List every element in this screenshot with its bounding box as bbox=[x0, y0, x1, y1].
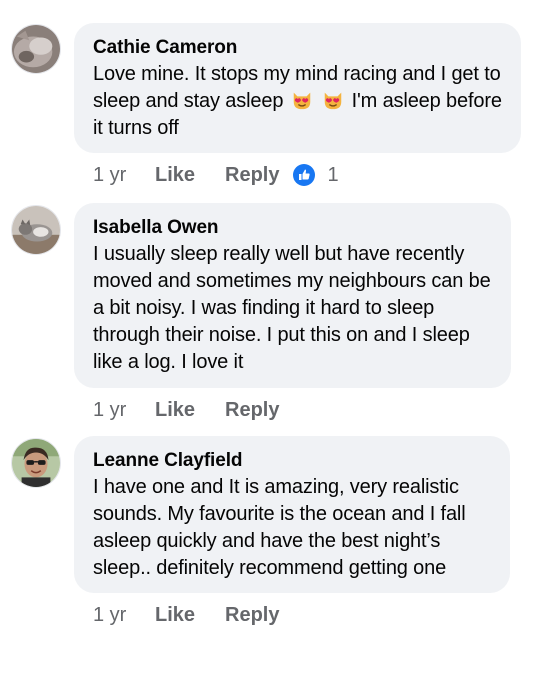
reply-button[interactable]: Reply bbox=[225, 601, 279, 629]
timestamp[interactable]: 1 yr bbox=[93, 601, 155, 629]
like-button[interactable]: Like bbox=[155, 601, 225, 629]
timestamp[interactable]: 1 yr bbox=[93, 161, 155, 189]
comment-bubble: Isabella Owen I usually sleep really wel… bbox=[74, 203, 511, 388]
like-thumb-icon bbox=[293, 164, 316, 186]
avatar-cat-photo-icon bbox=[12, 25, 60, 73]
comment-actions: 1 yr Like Reply bbox=[93, 601, 293, 629]
avatar[interactable] bbox=[11, 438, 61, 488]
comment-bubble: Cathie Cameron Love mine. It stops my mi… bbox=[74, 23, 521, 153]
reply-button[interactable]: Reply bbox=[225, 396, 279, 424]
heart-eyes-cat-icon bbox=[324, 92, 342, 110]
commenter-name[interactable]: Isabella Owen bbox=[93, 215, 493, 241]
comment-text: I usually sleep really well but have rec… bbox=[93, 243, 491, 373]
reaction-count: 1 bbox=[327, 164, 339, 186]
avatar-person-photo-icon bbox=[12, 439, 60, 487]
avatar[interactable] bbox=[11, 205, 61, 255]
reply-button[interactable]: Reply bbox=[225, 161, 279, 189]
avatar[interactable] bbox=[11, 24, 61, 74]
avatar-cat-photo-icon bbox=[12, 206, 60, 254]
commenter-name[interactable]: Leanne Clayfield bbox=[93, 448, 492, 474]
reaction-summary[interactable]: 1 bbox=[293, 161, 339, 189]
timestamp[interactable]: 1 yr bbox=[93, 396, 155, 424]
like-button[interactable]: Like bbox=[155, 396, 225, 424]
comment-actions: 1 yr Like Reply bbox=[93, 396, 293, 424]
comment-text: I have one and It is amazing, very reali… bbox=[93, 476, 466, 579]
commenter-name[interactable]: Cathie Cameron bbox=[93, 35, 503, 61]
comment-actions: 1 yr Like Reply 1 bbox=[93, 161, 339, 189]
like-button[interactable]: Like bbox=[155, 161, 225, 189]
heart-eyes-cat-icon bbox=[293, 92, 310, 110]
comment-text: Love mine. It stops my mind racing and I… bbox=[93, 61, 503, 142]
comment-bubble: Leanne Clayfield I have one and It is am… bbox=[74, 436, 510, 593]
